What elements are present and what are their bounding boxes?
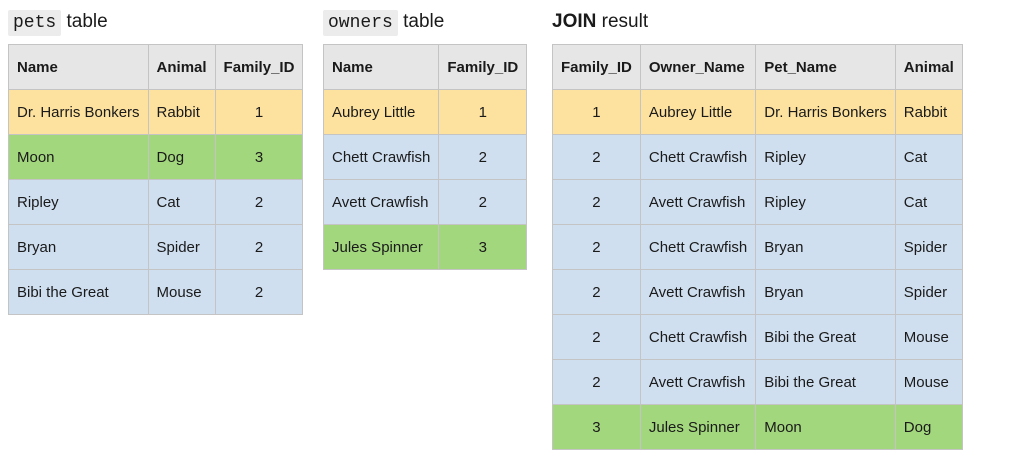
table-cell: 2	[214, 179, 304, 225]
pets-table-name: pets	[8, 10, 62, 36]
table-cell: Ripley	[8, 179, 149, 225]
table-cell: 1	[438, 89, 528, 135]
table-row: 2 Avett Crawfish Bibi the Great Mouse	[552, 359, 963, 405]
table-cell: 2	[552, 224, 641, 270]
table-cell: 2	[214, 269, 304, 315]
table-row: 3 Jules Spinner Moon Dog	[552, 404, 963, 450]
table-row: Ripley Cat 2	[8, 179, 304, 225]
table-cell: Spider	[147, 224, 216, 270]
table-cell: Jules Spinner	[639, 404, 757, 450]
table-cell: 2	[552, 314, 641, 360]
table-cell: Moon	[8, 134, 149, 180]
table-cell: Cat	[147, 179, 216, 225]
table-cell: Bryan	[755, 224, 896, 270]
table-row: 2 Avett Crawfish Ripley Cat	[552, 179, 963, 225]
pets-table: Name Animal Family_ID Dr. Harris Bonkers Rab…	[8, 44, 304, 315]
table-cell: Avett Crawfish	[639, 359, 757, 405]
table-cell: Bibi the Great	[755, 359, 896, 405]
table-cell: 3	[214, 134, 304, 180]
join-result-table: Family_ID Owner_Name Pet_Name Animal 1 Aubrey…	[552, 44, 963, 450]
table-cell: Chett Crawfish	[639, 314, 757, 360]
table-cell: Cat	[894, 179, 963, 225]
table-cell: 1	[552, 89, 641, 135]
table-row: 1 Aubrey Little Dr. Harris Bonkers Rabbit	[552, 89, 963, 135]
table-cell: 1	[214, 89, 304, 135]
pets-table-title: pets table	[8, 6, 108, 38]
table-row: Jules Spinner 3	[322, 224, 528, 270]
table-cell: Dog	[894, 404, 963, 450]
table-cell: 2	[552, 359, 641, 405]
table-row: Bryan Spider 2	[8, 224, 304, 270]
table-cell: 2	[214, 224, 304, 270]
join-result-title-text: result	[601, 11, 649, 32]
table-cell: 2	[552, 269, 641, 315]
pets-table-title-text: table	[66, 11, 108, 32]
table-cell: Bryan	[755, 269, 896, 315]
table-cell: Avett Crawfish	[639, 269, 757, 315]
table-cell: Avett Crawfish	[639, 179, 757, 225]
table-cell: Jules Spinner	[322, 224, 440, 270]
table-cell: Ripley	[755, 179, 896, 225]
table-cell: Spider	[894, 224, 963, 270]
table-cell: Rabbit	[147, 89, 216, 135]
table-cell: Rabbit	[894, 89, 963, 135]
owners-table: Name Family_ID Aubrey Little 1 Chett Crawfis…	[322, 44, 528, 270]
column-header: Name	[8, 44, 149, 90]
column-header: Name	[322, 44, 440, 90]
owners-table-title: owners table	[323, 6, 444, 38]
table-row: Bibi the Great Mouse 2	[8, 269, 304, 315]
table-cell: Ripley	[755, 134, 896, 180]
column-header: Animal	[894, 44, 963, 90]
header-row: Name Animal Family_ID	[8, 44, 304, 90]
table-cell: Cat	[894, 134, 963, 180]
table-row: Moon Dog 3	[8, 134, 304, 180]
table-cell: Mouse	[894, 314, 963, 360]
table-row: Aubrey Little 1	[322, 89, 528, 135]
table-cell: Aubrey Little	[322, 89, 440, 135]
table-cell: 2	[552, 179, 641, 225]
table-cell: Mouse	[894, 359, 963, 405]
table-cell: Chett Crawfish	[639, 134, 757, 180]
table-row: Chett Crawfish 2	[322, 134, 528, 180]
table-row: 2 Chett Crawfish Ripley Cat	[552, 134, 963, 180]
table-cell: 2	[438, 179, 528, 225]
column-header: Animal	[147, 44, 216, 90]
table-cell: Dr. Harris Bonkers	[755, 89, 896, 135]
header-row: Family_ID Owner_Name Pet_Name Animal	[552, 44, 963, 90]
column-header: Family_ID	[552, 44, 641, 90]
table-row: 2 Chett Crawfish Bryan Spider	[552, 224, 963, 270]
table-row: 2 Avett Crawfish Bryan Spider	[552, 269, 963, 315]
table-cell: Moon	[755, 404, 896, 450]
table-cell: 3	[438, 224, 528, 270]
table-cell: Chett Crawfish	[639, 224, 757, 270]
table-row: Avett Crawfish 2	[322, 179, 528, 225]
column-header: Family_ID	[438, 44, 528, 90]
table-cell: 2	[438, 134, 528, 180]
table-cell: Bibi the Great	[8, 269, 149, 315]
column-header: Family_ID	[214, 44, 304, 90]
table-cell: 2	[552, 134, 641, 180]
table-cell: Aubrey Little	[639, 89, 757, 135]
table-cell: Dr. Harris Bonkers	[8, 89, 149, 135]
join-keyword: JOIN	[552, 11, 597, 32]
header-row: Name Family_ID	[322, 44, 528, 90]
owners-table-name: owners	[323, 10, 398, 36]
table-row: Dr. Harris Bonkers Rabbit 1	[8, 89, 304, 135]
table-cell: Mouse	[147, 269, 216, 315]
column-header: Pet_Name	[755, 44, 896, 90]
table-cell: Avett Crawfish	[322, 179, 440, 225]
table-cell: Chett Crawfish	[322, 134, 440, 180]
table-cell: Bibi the Great	[755, 314, 896, 360]
table-cell: Dog	[147, 134, 216, 180]
table-cell: Spider	[894, 269, 963, 315]
table-row: 2 Chett Crawfish Bibi the Great Mouse	[552, 314, 963, 360]
column-header: Owner_Name	[639, 44, 757, 90]
table-cell: 3	[552, 404, 641, 450]
join-result-title: JOIN result	[552, 6, 648, 38]
table-cell: Bryan	[8, 224, 149, 270]
owners-table-title-text: table	[403, 11, 445, 32]
